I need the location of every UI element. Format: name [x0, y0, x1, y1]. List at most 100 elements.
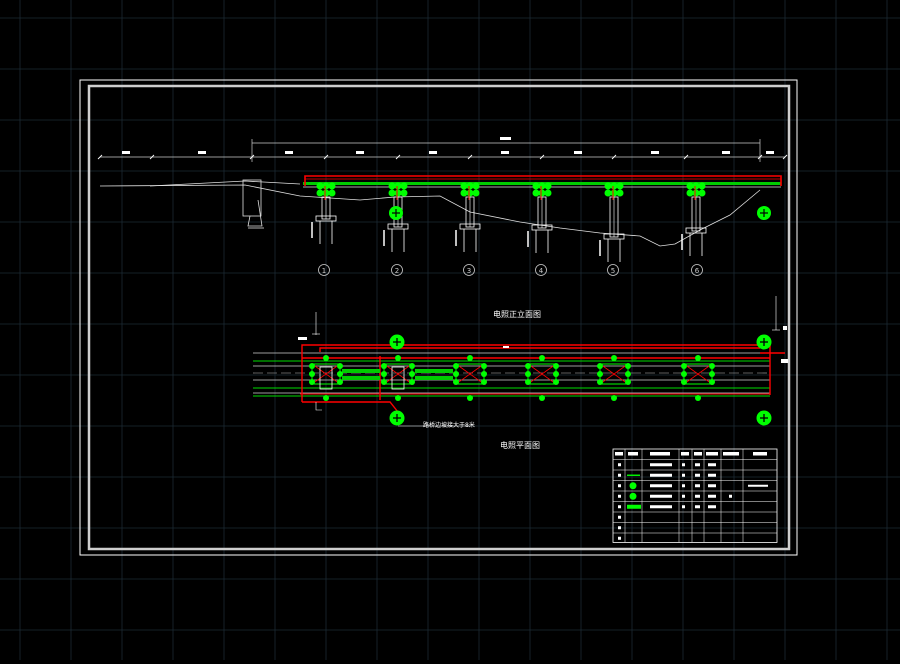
lamp-fixture [616, 189, 624, 197]
lamp-fixture [409, 363, 415, 369]
legend-row-number [618, 526, 621, 530]
lamp-fixture [625, 379, 631, 385]
lamp-fixture [698, 182, 706, 190]
legend-spec [708, 494, 716, 498]
pier-label-text: 1 [322, 267, 326, 275]
lamp-fixture [553, 379, 559, 385]
dimension-text [285, 151, 293, 154]
lamp-fixture [460, 182, 468, 190]
legend-header-text [694, 452, 702, 456]
lamp-fixture [544, 182, 552, 190]
dimension-texts [122, 151, 774, 154]
grounding-symbol [389, 334, 405, 350]
lamp-fixture [681, 379, 687, 385]
legend-description [650, 463, 672, 467]
grounding-symbol [389, 206, 403, 220]
pier-label-text: 3 [467, 267, 471, 275]
lamp-fixture [309, 371, 315, 377]
grounding-symbol [756, 410, 772, 426]
ground-profile-line [99, 184, 761, 247]
legend-qty [695, 505, 700, 509]
lamp-fixture [466, 182, 474, 190]
legend-unit [682, 463, 685, 467]
plan-title: 电照平面图 [500, 440, 540, 450]
legend-header-text [706, 452, 718, 456]
dimension-text [651, 151, 659, 154]
lamp-fixture [400, 182, 408, 190]
lamp-fixture [525, 379, 531, 385]
lamp-fixture [309, 379, 315, 385]
cad-viewport[interactable]: 123456 电照正立面图 路桥边坡接大于8米 电照平面图 [0, 0, 900, 660]
lamp-fixture [692, 182, 700, 190]
legend-description [650, 494, 672, 498]
lamp-fixture [323, 355, 329, 361]
lamp-fixture [337, 371, 343, 377]
total-dimension-text [500, 137, 511, 140]
lamp-fixture [553, 363, 559, 369]
lamp-fixture [337, 363, 343, 369]
cad-drawing-canvas[interactable]: 123456 电照正立面图 路桥边坡接大于8米 电照平面图 [0, 0, 900, 660]
lamp-fixture [544, 189, 552, 197]
legend-row-number [618, 536, 621, 540]
lamp-fixture [388, 189, 396, 197]
lamp-fixture [400, 189, 408, 197]
dimension-text [766, 151, 774, 154]
pier-label-text: 5 [611, 267, 615, 275]
legend-header-text [615, 452, 623, 456]
pier-label-text: 4 [539, 267, 544, 275]
lamp-fixture [611, 395, 617, 401]
legend-header-text [681, 452, 689, 456]
lamp-fixture [686, 189, 694, 197]
legend-header-text [650, 452, 670, 456]
plan-view: 路桥边坡接大于8米 电照平面图 [253, 296, 788, 450]
inner-frame [87, 84, 791, 551]
legend-lamp-symbol [629, 492, 637, 500]
plan-label-mark [298, 337, 307, 340]
legend-row-number [618, 505, 621, 509]
lamp-fixture [453, 371, 459, 377]
lamp-fixture [467, 395, 473, 401]
lamp-fixture [597, 371, 603, 377]
lamp-fixture [604, 182, 612, 190]
legend-row-number [618, 515, 621, 519]
lamp-fixture [709, 371, 715, 377]
pier-number-labels: 1 2 3 4 5 6 [318, 264, 703, 276]
pier [455, 182, 481, 252]
background-grid [0, 0, 900, 660]
grounding-symbol [389, 410, 405, 426]
lamp-fixture [692, 189, 700, 197]
lamp-fixture [337, 379, 343, 385]
legend-row-number [618, 463, 621, 467]
legend-description [650, 484, 672, 488]
pier-label-text: 2 [395, 267, 399, 275]
dimension-text [356, 151, 364, 154]
lamp-fixture [381, 371, 387, 377]
lamp-fixture [597, 363, 603, 369]
lamp-fixture [394, 189, 402, 197]
plan-label-mark [783, 326, 787, 330]
lamp-fixture [553, 371, 559, 377]
legend-spec [708, 505, 716, 509]
plan-label-mark [503, 346, 509, 348]
pier [311, 182, 337, 244]
legend-bar-symbol [627, 504, 641, 509]
pier [681, 182, 707, 256]
dimension-text [429, 151, 437, 154]
elevation-view: 1 2 3 4 5 6 电照正立面图 [97, 137, 788, 319]
lamp-fixture [466, 189, 474, 197]
lamp-fixture [625, 363, 631, 369]
lamp-fixture [395, 355, 401, 361]
legend-row-number [618, 484, 621, 488]
pier [527, 182, 553, 253]
lamp-fixture [686, 182, 694, 190]
lamp-fixture [538, 189, 546, 197]
legend-qty [695, 484, 700, 488]
lamp-fixture [481, 371, 487, 377]
lamp-fixture [409, 379, 415, 385]
lamp-fixture [316, 189, 324, 197]
lamp-fixture [472, 182, 480, 190]
legend-qty [695, 463, 700, 467]
legend-header-text [753, 452, 767, 456]
lamp-fixture [532, 182, 540, 190]
legend-unit [682, 484, 685, 488]
